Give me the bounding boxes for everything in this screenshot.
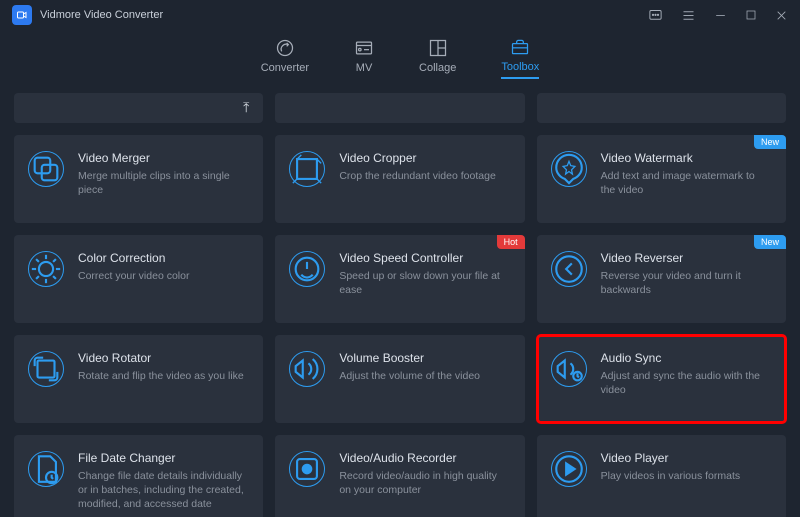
app-title: Vidmore Video Converter	[40, 9, 163, 21]
tool-card-video-speed-controller[interactable]: Video Speed Controller Speed up or slow d…	[275, 235, 524, 323]
tool-card-video-merger[interactable]: Video Merger Merge multiple clips into a …	[14, 135, 263, 223]
tool-body: Video Watermark Add text and image waterm…	[601, 151, 772, 197]
collage-icon	[428, 38, 448, 58]
tool-title: Video Cropper	[339, 151, 510, 165]
tool-icon	[551, 451, 587, 487]
tab-label: Converter	[261, 62, 309, 74]
collapse-up-icon[interactable]: ⤒	[243, 99, 249, 116]
tool-icon	[551, 251, 587, 287]
tool-desc: Record video/audio in high quality on yo…	[339, 469, 510, 497]
tool-body: Video Merger Merge multiple clips into a …	[78, 151, 249, 197]
tool-title: Audio Sync	[601, 351, 772, 365]
tool-title: Video Watermark	[601, 151, 772, 165]
tool-title: Video/Audio Recorder	[339, 451, 510, 465]
tool-body: Video Cropper Crop the redundant video fo…	[339, 151, 510, 183]
tool-body: Video Player Play videos in various forma…	[601, 451, 772, 483]
mv-icon	[354, 38, 374, 58]
tool-desc: Play videos in various formats	[601, 469, 772, 483]
tool-card-video-watermark[interactable]: Video Watermark Add text and image waterm…	[537, 135, 786, 223]
tool-icon	[551, 351, 587, 387]
tab-collage[interactable]: Collage	[419, 38, 456, 78]
tool-icon	[28, 251, 64, 287]
window-controls	[648, 8, 788, 23]
maximize-icon[interactable]	[745, 9, 757, 21]
tool-card-video-audio-recorder[interactable]: Video/Audio Recorder Record video/audio i…	[275, 435, 524, 517]
tool-body: Video Reverser Reverse your video and tur…	[601, 251, 772, 297]
tool-desc: Add text and image watermark to the vide…	[601, 169, 772, 197]
feedback-icon[interactable]	[648, 8, 663, 23]
tool-body: Video Speed Controller Speed up or slow d…	[339, 251, 510, 297]
minimize-icon[interactable]	[714, 9, 727, 22]
tool-body: Volume Booster Adjust the volume of the v…	[339, 351, 510, 383]
tool-body: Audio Sync Adjust and sync the audio with…	[601, 351, 772, 397]
tool-desc: Adjust the volume of the video	[339, 369, 510, 383]
tool-desc: Reverse your video and turn it backwards	[601, 269, 772, 297]
tool-title: Video Rotator	[78, 351, 249, 365]
tool-title: Video Speed Controller	[339, 251, 510, 265]
tool-card-audio-sync[interactable]: Audio Sync Adjust and sync the audio with…	[537, 335, 786, 423]
tab-converter[interactable]: Converter	[261, 38, 309, 78]
tool-desc: Merge multiple clips into a single piece	[78, 169, 249, 197]
tool-body: Video Rotator Rotate and flip the video a…	[78, 351, 249, 383]
tool-icon	[289, 251, 325, 287]
tool-card-partial[interactable]	[537, 93, 786, 123]
tool-title: Video Player	[601, 451, 772, 465]
tab-mv[interactable]: MV	[354, 38, 374, 78]
tool-desc: Crop the redundant video footage	[339, 169, 510, 183]
new-badge: New	[754, 135, 786, 149]
menu-icon[interactable]	[681, 8, 696, 23]
hot-badge: Hot	[497, 235, 525, 249]
titlebar: Vidmore Video Converter	[0, 0, 800, 30]
tool-title: Volume Booster	[339, 351, 510, 365]
tool-card-partial[interactable]	[275, 93, 524, 123]
tool-body: Color Correction Correct your video color	[78, 251, 249, 283]
tool-icon	[28, 451, 64, 487]
tool-icon	[551, 151, 587, 187]
tool-card-volume-booster[interactable]: Volume Booster Adjust the volume of the v…	[275, 335, 524, 423]
tool-card-video-reverser[interactable]: Video Reverser Reverse your video and tur…	[537, 235, 786, 323]
new-badge: New	[754, 235, 786, 249]
tab-label: Toolbox	[501, 61, 539, 73]
converter-icon	[275, 38, 295, 58]
tool-card-video-player[interactable]: Video Player Play videos in various forma…	[537, 435, 786, 517]
tab-toolbox[interactable]: Toolbox	[501, 37, 539, 79]
tool-icon	[289, 351, 325, 387]
tool-desc: Rotate and flip the video as you like	[78, 369, 249, 383]
tool-card-partial[interactable]: ⤒	[14, 93, 263, 123]
tool-card-color-correction[interactable]: Color Correction Correct your video color	[14, 235, 263, 323]
main-tabs: Converter MV Collage Toolbox	[0, 30, 800, 85]
tool-title: Video Merger	[78, 151, 249, 165]
tool-desc: Speed up or slow down your file at ease	[339, 269, 510, 297]
tool-icon	[289, 151, 325, 187]
tool-desc: Adjust and sync the audio with the video	[601, 369, 772, 397]
toolbox-content: ⤒ Video Merger Merge multiple clips into a…	[0, 85, 800, 517]
tool-body: File Date Changer Change file date detail…	[78, 451, 249, 512]
tool-card-file-date-changer[interactable]: File Date Changer Change file date detail…	[14, 435, 263, 517]
tool-title: File Date Changer	[78, 451, 249, 465]
tab-label: Collage	[419, 62, 456, 74]
tool-title: Video Reverser	[601, 251, 772, 265]
tool-icon	[28, 151, 64, 187]
toolbox-icon	[510, 37, 530, 57]
tool-icon	[289, 451, 325, 487]
tool-title: Color Correction	[78, 251, 249, 265]
tool-desc: Correct your video color	[78, 269, 249, 283]
tool-icon	[28, 351, 64, 387]
app-logo	[12, 5, 32, 25]
tool-card-video-rotator[interactable]: Video Rotator Rotate and flip the video a…	[14, 335, 263, 423]
tool-card-video-cropper[interactable]: Video Cropper Crop the redundant video fo…	[275, 135, 524, 223]
close-icon[interactable]	[775, 9, 788, 22]
tab-label: MV	[356, 62, 373, 74]
tool-desc: Change file date details individually or…	[78, 469, 249, 512]
tool-body: Video/Audio Recorder Record video/audio i…	[339, 451, 510, 497]
